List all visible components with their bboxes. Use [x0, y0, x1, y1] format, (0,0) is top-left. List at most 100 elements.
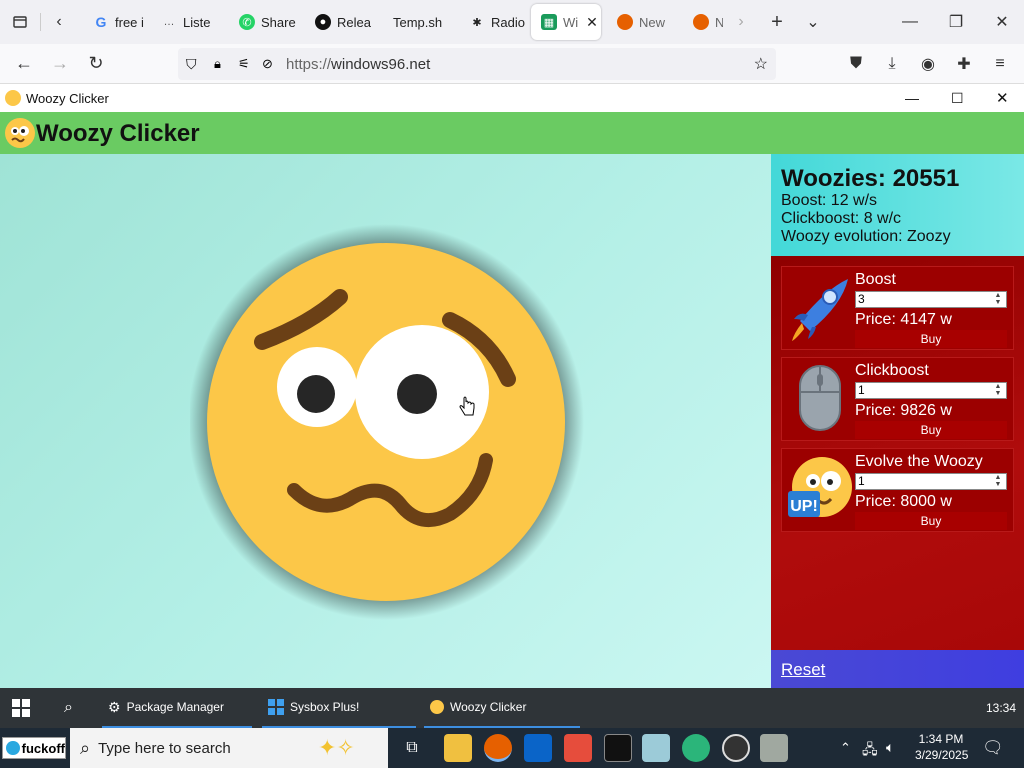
window-minimize-icon[interactable]: —: [905, 90, 919, 106]
tab-label: free i: [115, 14, 144, 30]
w96-search-icon[interactable]: ⌕: [64, 688, 73, 728]
show-hidden-icon[interactable]: ⌃: [840, 740, 851, 756]
rocket-icon: [792, 279, 848, 341]
windows-logo-icon: [12, 699, 30, 717]
downloads-icon[interactable]: ⤓: [874, 46, 910, 82]
browser-nav-bar: ← → ↻ ⛉ 🔒︎ ⚟ ⊘ https://windows96.net ☆ ⛊…: [0, 44, 1024, 84]
shield-icon[interactable]: ⛉: [186, 56, 197, 73]
clock[interactable]: 1:34 PM 3/29/2025: [915, 732, 968, 762]
tab-label: N: [715, 14, 723, 30]
lock-icon[interactable]: 🔒︎: [214, 56, 221, 72]
list-all-tabs-icon[interactable]: ⌄: [795, 4, 831, 40]
w96-start-button[interactable]: [12, 688, 36, 728]
reset-bar: Reset: [771, 650, 1024, 688]
tab-label: Radio: [491, 14, 525, 30]
tracking-off-icon[interactable]: ⊘: [262, 56, 273, 72]
spinner-icon[interactable]: ▲ ▼: [992, 474, 1004, 489]
radio-icon: ✱: [472, 16, 482, 29]
tab-n[interactable]: N: [683, 4, 723, 40]
buy-boost-button[interactable]: Buy: [855, 330, 1007, 348]
tab-label: Wi: [563, 14, 579, 30]
start-button[interactable]: fuckoff: [2, 737, 66, 759]
tab-windows96[interactable]: ▦ Wi ✕: [531, 4, 601, 40]
tab-overview-icon[interactable]: [0, 4, 40, 40]
close-tab-icon[interactable]: ✕: [586, 14, 598, 31]
boost-qty-input[interactable]: 3 ▲ ▼: [855, 291, 1007, 308]
bookmark-star-icon[interactable]: ☆: [754, 54, 768, 74]
network-icon[interactable]: 🖧︎: [862, 739, 878, 763]
firefox-icon: [617, 14, 633, 30]
windows-taskbar: fuckoff ⌕ Type here to search ✦✧ ⧉ ⌃ 🖧︎ …: [0, 728, 1024, 768]
pocket-icon[interactable]: ⛊: [838, 46, 874, 82]
woozy-up-icon: UP!: [788, 457, 852, 517]
url-text[interactable]: https://windows96.net: [286, 56, 430, 73]
maximize-icon[interactable]: ❐: [936, 4, 976, 40]
scroll-tabs-left-icon[interactable]: ‹: [41, 4, 77, 40]
speed-icon[interactable]: [722, 734, 750, 762]
dots-icon: …: [163, 16, 175, 28]
window-maximize-icon[interactable]: ☐: [951, 90, 964, 107]
volume-icon[interactable]: 🔈︎: [886, 739, 894, 756]
gear-icon: ⚙: [108, 698, 121, 715]
notification-icon[interactable]: 🗨︎: [982, 738, 1004, 758]
menu-icon[interactable]: ≡: [982, 46, 1018, 82]
tab-label: Share: [261, 14, 296, 30]
spinner-icon[interactable]: ▲ ▼: [992, 383, 1004, 398]
tab-whatsapp[interactable]: ✆ Share: [229, 4, 305, 40]
app-title: Woozy Clicker: [36, 120, 200, 147]
app-icon[interactable]: [760, 734, 788, 762]
w96-task-sysbox[interactable]: Sysbox Plus!: [262, 688, 416, 728]
file-explorer-icon[interactable]: [444, 734, 472, 762]
buy-clickboost-button[interactable]: Buy: [855, 421, 1007, 439]
minimize-icon[interactable]: —: [890, 4, 930, 40]
tab-radio[interactable]: ✱ Radio: [459, 4, 531, 40]
w96-task-woozy-clicker[interactable]: Woozy Clicker: [424, 688, 580, 728]
spinner-icon[interactable]: ▲ ▼: [992, 292, 1004, 307]
tab-tempsh[interactable]: Temp.sh: [383, 4, 459, 40]
tab-new[interactable]: New: [607, 4, 683, 40]
paint-icon[interactable]: [564, 734, 592, 762]
terminal-icon[interactable]: [604, 734, 632, 762]
notepad-icon[interactable]: [642, 734, 670, 762]
buy-evolve-button[interactable]: Buy: [855, 512, 1007, 530]
browser-tab-strip: ‹ G free i … Liste ✆ Share ● Relea Temp.…: [0, 0, 1024, 44]
reset-link[interactable]: Reset: [781, 660, 825, 680]
permissions-icon[interactable]: ⚟: [238, 56, 250, 72]
tab-liste[interactable]: … Liste: [151, 4, 229, 40]
app-header: Woozy Clicker: [0, 112, 1024, 154]
qty-value: 1: [858, 474, 865, 488]
w96-task-package-manager[interactable]: ⚙ Package Manager: [102, 688, 252, 728]
woozy-face-button[interactable]: [190, 224, 590, 624]
forward-icon[interactable]: →: [42, 46, 78, 82]
tab-github[interactable]: ● Relea: [305, 4, 383, 40]
woozy-evolution: Woozy evolution: Zoozy: [781, 228, 951, 245]
github-icon: ●: [315, 14, 331, 30]
clickboost-qty-input[interactable]: 1 ▲ ▼: [855, 382, 1007, 399]
address-bar[interactable]: ⛉ 🔒︎ ⚟ ⊘ https://windows96.net ☆: [178, 48, 776, 80]
close-window-icon[interactable]: ✕: [982, 4, 1022, 40]
back-icon[interactable]: ←: [6, 46, 42, 82]
taskbar-search-box[interactable]: ⌕ Type here to search ✦✧: [70, 728, 388, 768]
window-title-bar[interactable]: Woozy Clicker — ☐ ✕: [0, 84, 1024, 112]
clickboost-rate: Clickboost: 8 w/c: [781, 210, 902, 227]
w96-clock[interactable]: 13:34: [986, 688, 1016, 728]
woozies-count: Woozies: 20551: [781, 165, 960, 192]
shop-item-price: Price: 9826 w: [855, 402, 952, 419]
account-icon[interactable]: ◉: [910, 46, 946, 82]
window-close-icon[interactable]: ✕: [996, 89, 1009, 107]
shop-item-price: Price: 4147 w: [855, 311, 952, 328]
shop-item-name: Clickboost: [855, 362, 929, 379]
shop-panel: Boost 3 ▲ ▼ Price: 4147 w Buy Clickboost 1…: [771, 256, 1024, 650]
scroll-tabs-right-icon[interactable]: ›: [723, 4, 759, 40]
edge-icon[interactable]: [682, 734, 710, 762]
task-view-icon[interactable]: ⧉: [398, 734, 426, 762]
extensions-icon[interactable]: ✚: [946, 46, 982, 82]
firefox-icon[interactable]: [484, 734, 512, 762]
task-label: Woozy Clicker: [450, 700, 527, 714]
time: 1:34 PM: [918, 732, 964, 746]
evolve-qty-input[interactable]: 1 ▲ ▼: [855, 473, 1007, 490]
tab-google[interactable]: G free i: [83, 4, 151, 40]
new-tab-icon[interactable]: +: [759, 4, 795, 40]
reload-icon[interactable]: ↻: [78, 46, 114, 82]
outlook-icon[interactable]: [524, 734, 552, 762]
